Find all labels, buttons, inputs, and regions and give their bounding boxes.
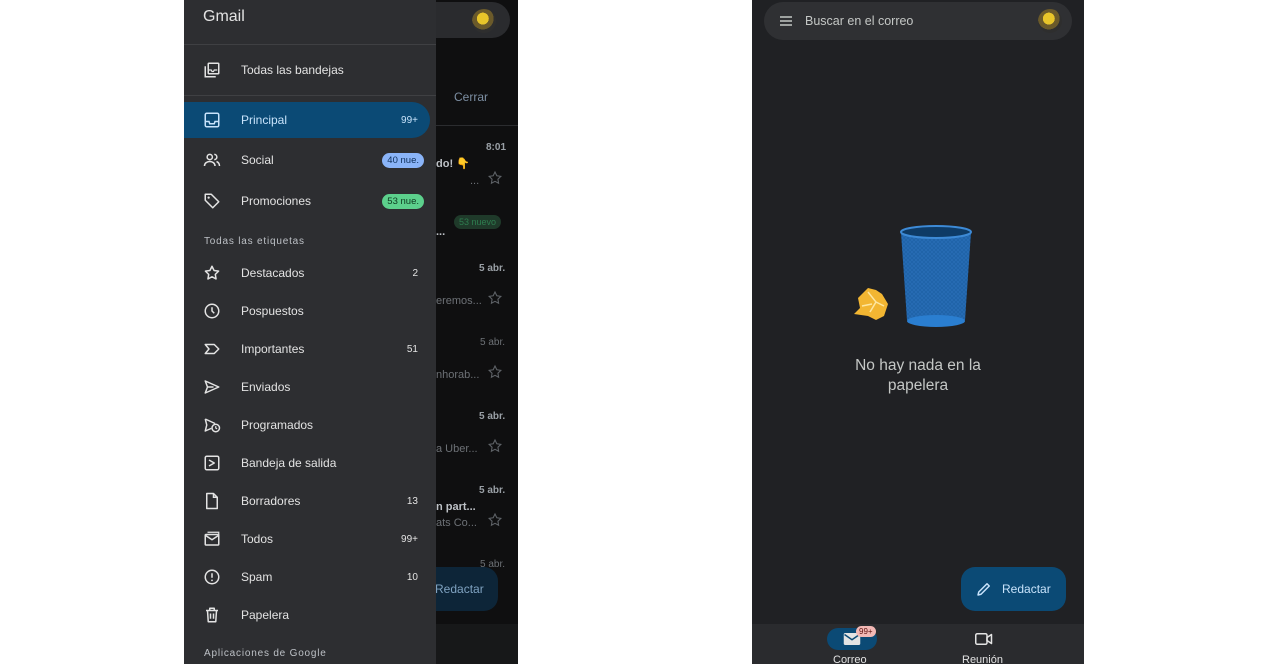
unread-count: 99+: [401, 114, 418, 126]
drawer-item-importantes[interactable]: Importantes 51: [184, 331, 430, 367]
clock-icon: [203, 302, 221, 320]
search-placeholder[interactable]: Buscar en el correo: [805, 14, 913, 28]
empty-trash-illustration: [854, 225, 972, 327]
bottom-navigation: 99+ Correo Reunión: [752, 624, 1084, 664]
trash-icon: [203, 606, 221, 624]
spam-icon: [203, 568, 221, 586]
drawer-item-all-inboxes[interactable]: Todas las bandejas: [184, 52, 430, 88]
background-row-date: 5 abr.: [479, 263, 506, 274]
star-icon: [203, 264, 221, 282]
drawer-item-papelera[interactable]: Papelera: [184, 597, 430, 633]
drawer-item-pospuestos[interactable]: Pospuestos: [184, 293, 430, 329]
compose-button[interactable]: Redactar: [961, 567, 1066, 611]
background-row-date: 5 abr.: [479, 485, 506, 496]
empty-state-message: No hay nada en la papelera: [855, 357, 981, 394]
star-icon: [487, 170, 503, 185]
drawer-item-label: Programados: [241, 418, 314, 432]
drawer-item-bandeja-de-salida[interactable]: Bandeja de salida: [184, 445, 430, 481]
drawer-item-label: Papelera: [241, 608, 290, 622]
pencil-icon: [977, 583, 990, 596]
inbox-icon: [203, 111, 221, 129]
drawer-item-label: Borradores: [241, 494, 301, 508]
people-icon: [203, 151, 221, 169]
drawer-divider: [184, 95, 436, 96]
drawer-item-label: Social: [241, 153, 274, 167]
background-bottom-nav: [434, 624, 518, 664]
drawer-item-social[interactable]: Social 40 nue.: [184, 142, 430, 178]
drawer-item-destacados[interactable]: Destacados 2: [184, 255, 430, 291]
background-avatar: [472, 9, 496, 33]
drawer-item-label: Todos: [241, 532, 274, 546]
tag-icon: [203, 192, 221, 210]
drawer-item-programados[interactable]: Programados: [184, 407, 430, 443]
nav-meet-label[interactable]: Reunión: [962, 654, 1003, 664]
item-count: 13: [406, 495, 418, 507]
background-close-link: Cerrar: [454, 90, 489, 104]
left-phone-screen: Cerrar 8:01 do! 👇 ... 53 nuevo ... 5 abr…: [184, 0, 518, 664]
drawer-item-label: Destacados: [241, 266, 305, 280]
star-icon: [487, 364, 503, 379]
drawer-item-label: Todas las bandejas: [241, 63, 344, 77]
app-title: Gmail: [203, 8, 245, 25]
star-icon: [487, 512, 503, 527]
drawer-item-promociones[interactable]: Promociones 53 nue.: [184, 183, 430, 219]
item-count: 99+: [401, 533, 418, 545]
drawer-item-label: Spam: [241, 570, 273, 584]
send-icon: [203, 378, 221, 396]
background-row-date: 8:01: [486, 142, 507, 153]
background-row-snippet: eremos...: [436, 295, 482, 307]
background-divider: [436, 125, 518, 126]
background-row-badge: 53 nuevo: [454, 215, 502, 229]
background-row-snippet: ...: [470, 175, 480, 187]
compose-label: Redactar: [1002, 582, 1051, 596]
account-avatar[interactable]: [1038, 9, 1062, 33]
item-count: 10: [406, 571, 418, 583]
star-icon: [487, 438, 503, 453]
background-row-snippet: ats Co...: [436, 517, 477, 529]
nav-mail-label[interactable]: Correo: [833, 654, 867, 664]
drawer-item-label: Enviados: [241, 380, 291, 394]
drawer-item-label: Promociones: [241, 194, 312, 208]
hamburger-menu-icon[interactable]: [778, 13, 794, 29]
all-labels-heading: Todas las etiquetas: [204, 236, 305, 247]
drawer-item-principal[interactable]: Principal 99+: [184, 102, 430, 138]
background-row-snippet: nhorab...: [436, 369, 480, 381]
navigation-drawer: Gmail Todas las bandejas Principal 99+ S…: [184, 0, 436, 664]
new-count-badge: 53 nue.: [382, 193, 424, 209]
drawer-item-borradores[interactable]: Borradores 13: [184, 483, 430, 519]
mail-unread-badge: 99+: [856, 626, 876, 637]
drawer-divider: [184, 44, 436, 45]
background-row-date: 5 abr.: [479, 411, 506, 422]
background-row-snippet: n part...: [436, 501, 476, 513]
drawer-item-spam[interactable]: Spam 10: [184, 559, 430, 595]
new-count-badge: 40 nue.: [382, 152, 424, 168]
background-row-snippet: ...: [436, 226, 446, 238]
drawer-item-label: Importantes: [241, 342, 305, 356]
all-mail-icon: [203, 530, 221, 548]
background-row-date: 5 abr.: [480, 337, 506, 348]
search-bar[interactable]: Buscar en el correo: [764, 2, 1072, 40]
google-apps-heading: Aplicaciones de Google: [204, 648, 327, 659]
scheduled-send-icon: [203, 416, 221, 434]
right-phone-screen: Buscar en el correo No hay nada en la pa…: [752, 0, 1084, 664]
drawer-item-label: Bandeja de salida: [241, 456, 337, 470]
item-count: 2: [412, 267, 418, 279]
background-row-snippet: do! 👇: [436, 158, 470, 170]
star-icon: [487, 290, 503, 305]
important-icon: [203, 340, 221, 358]
background-row-snippet: a Uber...: [436, 443, 478, 455]
item-count: 51: [406, 343, 418, 355]
drawer-item-todos[interactable]: Todos 99+: [184, 521, 430, 557]
outbox-icon: [203, 454, 221, 472]
drawer-item-label: Pospuestos: [241, 304, 304, 318]
draft-icon: [203, 492, 221, 510]
video-icon[interactable]: [975, 632, 993, 646]
drawer-item-label: Principal: [241, 113, 288, 127]
drawer-item-enviados[interactable]: Enviados: [184, 369, 430, 405]
all-inboxes-icon: [203, 61, 221, 79]
